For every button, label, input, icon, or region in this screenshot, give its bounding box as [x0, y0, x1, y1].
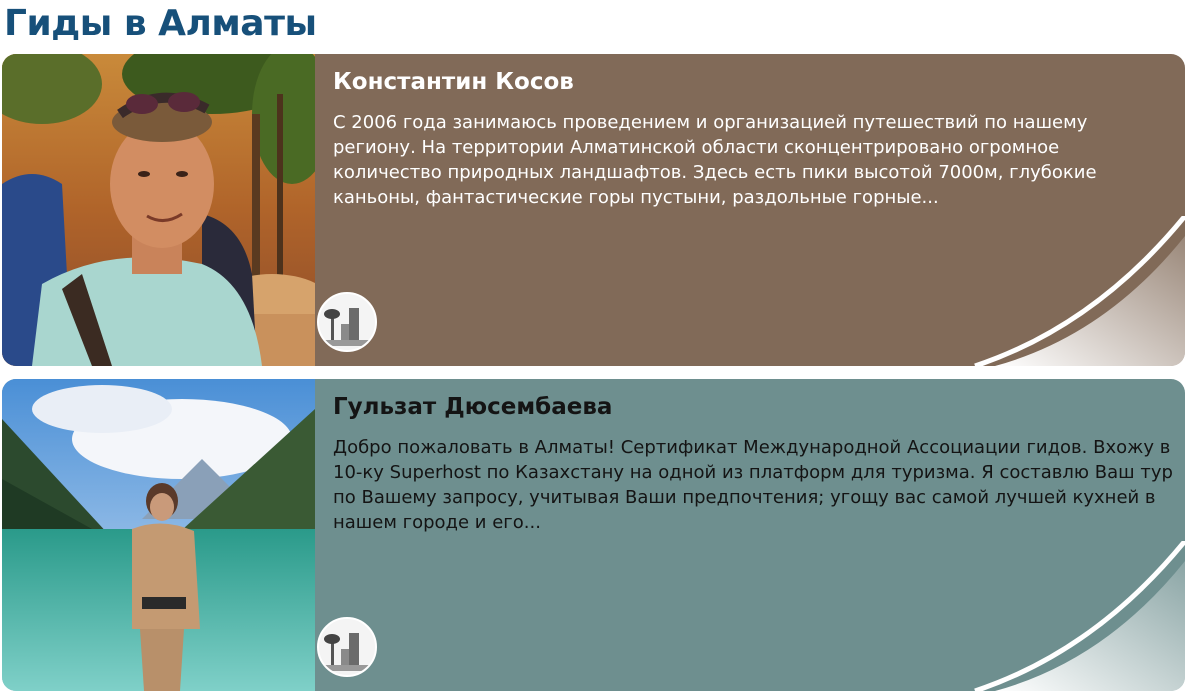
guide-card-kosov[interactable]: Константин Косов С 2006 года занимаюсь п… [2, 54, 1185, 366]
guide-photo [2, 379, 315, 691]
almaty-city-icon [317, 617, 377, 677]
page-title: Гиды в Алматы [4, 3, 317, 44]
decorative-swoosh [974, 216, 1185, 366]
guide-card-dyusembaeva[interactable]: Гульзат Дюсембаева Добро пожаловать в Ал… [2, 379, 1185, 691]
guide-photo [2, 54, 315, 366]
guide-description: С 2006 года занимаюсь проведением и орга… [333, 112, 1097, 208]
guide-name[interactable]: Константин Косов [333, 66, 1173, 98]
guide-name[interactable]: Гульзат Дюсембаева [333, 391, 1173, 423]
decorative-swoosh [974, 541, 1185, 691]
almaty-city-icon [317, 292, 377, 352]
guide-description: Добро пожаловать в Алматы! Сертификат Ме… [333, 437, 1173, 533]
